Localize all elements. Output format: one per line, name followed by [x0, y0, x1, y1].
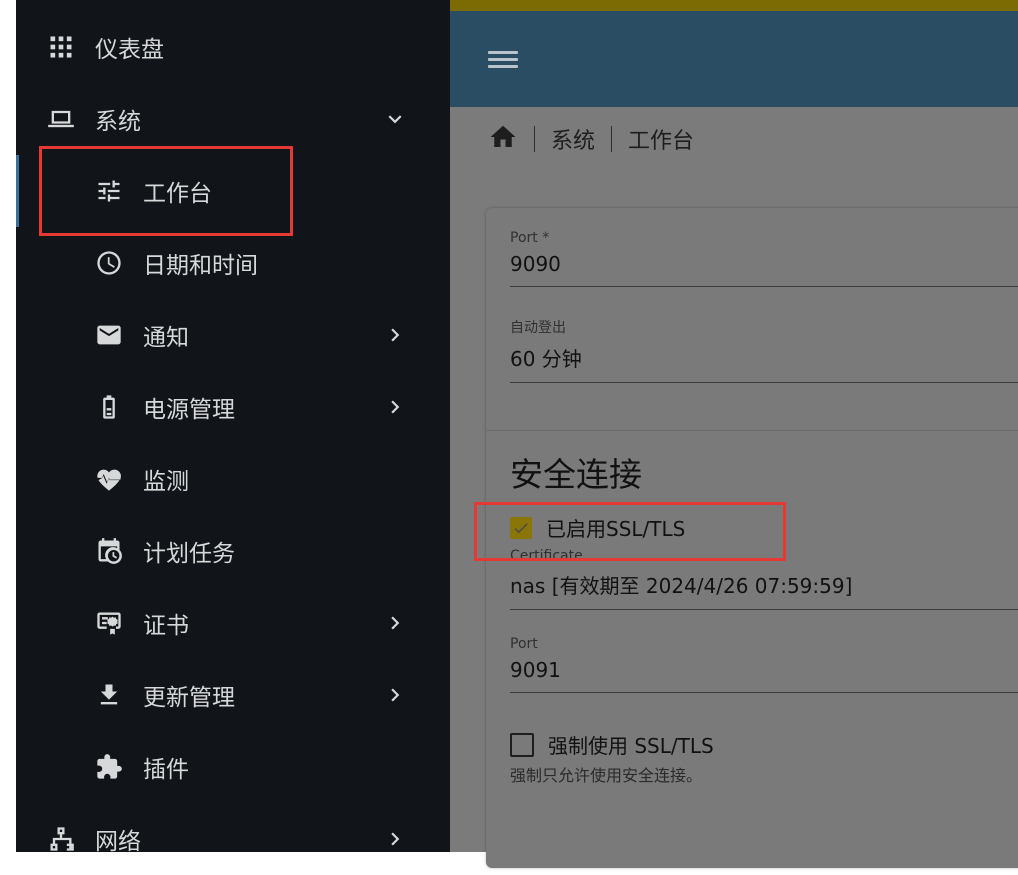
sidebar-item-label: 计划任务 — [143, 541, 235, 567]
sidebar-item-power[interactable]: 电源管理 — [16, 371, 450, 443]
ssl-port-input[interactable]: 9091 — [510, 658, 1018, 693]
autologout-field[interactable]: 自动登出 60 分钟 — [510, 317, 1018, 383]
sidebar-item-label: 系统 — [95, 109, 141, 135]
sidebar-item-label: 插件 — [143, 757, 189, 783]
ssl-port-label: Port — [510, 636, 538, 652]
autologout-select[interactable]: 60 分钟 — [510, 343, 1018, 383]
clock-icon — [94, 248, 124, 278]
port-input[interactable]: 9090 — [510, 252, 1018, 287]
top-accent-strip — [450, 0, 1018, 11]
port-field[interactable]: Port * 9090 — [510, 230, 1018, 287]
sidebar-item-label: 监测 — [143, 469, 189, 495]
laptop-icon — [46, 104, 76, 134]
chevron-right-icon[interactable] — [382, 322, 408, 348]
sidebar-item-label: 电源管理 — [143, 397, 235, 423]
sidebar-item-update-management[interactable]: 更新管理 — [16, 659, 450, 731]
sidebar-item-monitoring[interactable]: 监测 — [16, 443, 450, 515]
heart-pulse-icon — [94, 464, 124, 494]
breadcrumb: 系统 工作台 — [488, 120, 694, 158]
force-ssl-label: 强制使用 SSL/TLS — [548, 734, 714, 758]
sidebar-item-label: 日期和时间 — [143, 253, 258, 279]
ssl-port-field[interactable]: Port 9091 — [510, 636, 1018, 693]
home-icon[interactable] — [488, 122, 518, 156]
settings-card: Port * 9090 自动登出 60 分钟 安全连接 已启用SSL/TLS C… — [486, 208, 1018, 868]
sidebar-item-plugins[interactable]: 插件 — [16, 731, 450, 803]
chevron-right-icon[interactable] — [382, 826, 408, 852]
section-divider — [486, 430, 1018, 431]
page-gutter — [0, 0, 16, 852]
sidebar-item-network[interactable]: 网络 — [16, 803, 450, 875]
grid-icon — [46, 32, 76, 62]
tune-icon — [94, 176, 124, 206]
sidebar: 仪表盘 系统 工作台 日期和时间 通知 电源管理 监测 计划任务 证书 更新管理… — [16, 0, 450, 855]
battery-icon — [94, 392, 124, 422]
sidebar-item-dashboard[interactable]: 仪表盘 — [16, 11, 450, 83]
autologout-label: 自动登出 — [510, 320, 566, 336]
certificate-icon — [94, 608, 124, 638]
main-content: 系统 工作台 Port * 9090 自动登出 60 分钟 安全连接 已启用SS… — [450, 0, 1018, 868]
ssl-enabled-label: 已启用SSL/TLS — [546, 517, 686, 541]
certificate-label: Certificate — [510, 548, 583, 564]
top-bar — [450, 11, 1018, 107]
checkbox-unchecked-icon[interactable] — [510, 732, 534, 757]
menu-icon[interactable] — [488, 47, 518, 71]
section-title: 安全连接 — [510, 455, 642, 494]
force-ssl-checkbox[interactable]: 强制使用 SSL/TLS — [510, 730, 714, 759]
breadcrumb-separator — [611, 126, 613, 152]
puzzle-icon — [94, 752, 124, 782]
sidebar-item-label: 通知 — [143, 325, 189, 351]
sidebar-item-workbench[interactable]: 工作台 — [16, 155, 450, 227]
breadcrumb-item-workbench[interactable]: 工作台 — [628, 123, 694, 155]
sidebar-item-label: 网络 — [95, 829, 141, 855]
chevron-right-icon[interactable] — [382, 682, 408, 708]
sidebar-item-label: 证书 — [143, 613, 189, 639]
download-icon — [94, 680, 124, 710]
ssl-enabled-checkbox[interactable]: 已启用SSL/TLS — [510, 513, 685, 542]
sidebar-item-certificates[interactable]: 证书 — [16, 587, 450, 659]
force-ssl-hint: 强制只允许使用安全连接。 — [510, 766, 703, 785]
sidebar-item-label: 更新管理 — [143, 685, 235, 711]
chevron-right-icon[interactable] — [382, 394, 408, 420]
calendar-clock-icon — [94, 536, 124, 566]
sidebar-item-scheduled-tasks[interactable]: 计划任务 — [16, 515, 450, 587]
mail-icon — [94, 320, 124, 350]
sidebar-item-notification[interactable]: 通知 — [16, 299, 450, 371]
sidebar-item-system[interactable]: 系统 — [16, 83, 450, 155]
sidebar-item-datetime[interactable]: 日期和时间 — [16, 227, 450, 299]
breadcrumb-item-system[interactable]: 系统 — [551, 123, 595, 155]
network-icon — [46, 824, 76, 854]
port-label: Port * — [510, 230, 550, 246]
certificate-field[interactable]: Certificate nas [有效期至 2024/4/26 07:59:59… — [510, 548, 1018, 610]
breadcrumb-separator — [534, 126, 535, 152]
chevron-down-icon[interactable] — [382, 106, 408, 132]
sidebar-item-label: 仪表盘 — [95, 37, 164, 63]
sidebar-item-label: 工作台 — [143, 181, 212, 207]
certificate-select[interactable]: nas [有效期至 2024/4/26 07:59:59] — [510, 570, 1018, 610]
checkbox-checked-icon[interactable] — [510, 516, 532, 539]
chevron-right-icon[interactable] — [382, 610, 408, 636]
